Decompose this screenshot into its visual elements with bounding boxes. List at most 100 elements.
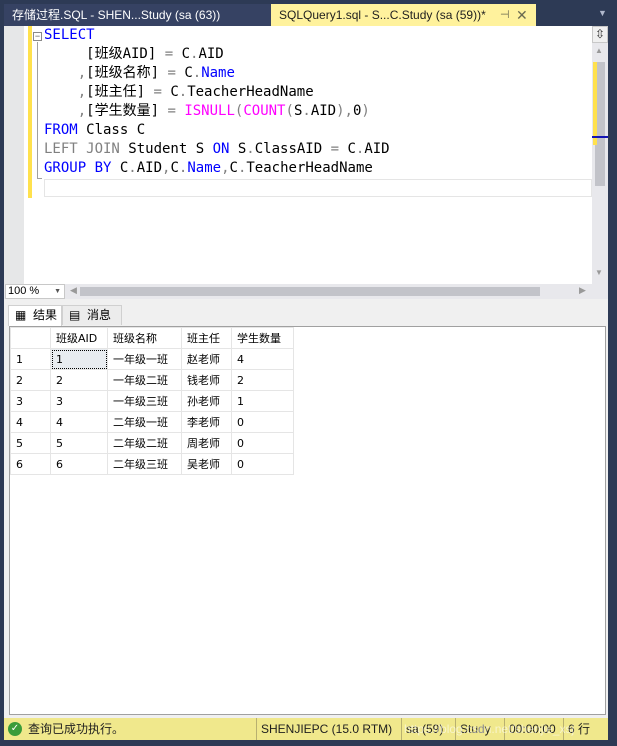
editor-bottom-bar: 100 % ▼ ◀ ▶ <box>4 284 608 299</box>
cell-student-count[interactable]: 1 <box>231 390 294 412</box>
cell-class-name[interactable]: 二年级二班 <box>107 432 182 454</box>
cell-class-aid[interactable]: 5 <box>50 432 108 454</box>
code-line[interactable]: ,[学生数量] = ISNULL(COUNT(S.AID),0) <box>44 102 390 121</box>
code-token: Name <box>201 65 235 81</box>
cell-head-teacher[interactable]: 吴老师 <box>181 453 232 475</box>
pin-icon[interactable]: ⊣ <box>500 4 510 26</box>
code-token: AID <box>198 46 224 62</box>
row-number[interactable]: 3 <box>10 390 51 412</box>
code-token: ISNULL <box>184 103 235 119</box>
fold-guide-end <box>37 178 42 179</box>
cell-head-teacher[interactable]: 钱老师 <box>181 369 232 391</box>
row-number[interactable]: 2 <box>10 369 51 391</box>
tab-overflow-dropdown-icon[interactable]: ▼ <box>598 8 607 18</box>
code-line[interactable]: SELECT <box>44 26 390 45</box>
column-header-class-aid[interactable]: 班级AID <box>50 327 108 349</box>
messages-icon: ▤ <box>69 308 81 322</box>
code-token: AID <box>364 141 390 157</box>
row-number[interactable]: 4 <box>10 411 51 433</box>
horizontal-scrollbar-thumb[interactable] <box>80 287 540 296</box>
row-number[interactable]: 1 <box>10 348 51 370</box>
code-token: C <box>161 84 179 100</box>
code-token: . <box>246 141 255 157</box>
code-token: Class C <box>77 122 146 138</box>
code-token: = <box>164 46 174 62</box>
collapse-icon[interactable]: − <box>33 32 42 41</box>
table-row[interactable]: 4 4 二年级一班 李老师 0 <box>10 411 294 433</box>
code-line[interactable]: GROUP BY C.AID,C.Name,C.TeacherHeadName <box>44 159 390 178</box>
cell-head-teacher[interactable]: 周老师 <box>181 432 232 454</box>
column-header-head-teacher[interactable]: 班主任 <box>181 327 232 349</box>
code-line[interactable]: ,[班主任] = C.TeacherHeadName <box>44 83 390 102</box>
code-token: . <box>302 103 311 119</box>
cell-head-teacher[interactable]: 赵老师 <box>181 348 232 370</box>
cell-student-count[interactable]: 2 <box>231 369 294 391</box>
column-header-class-name[interactable]: 班级名称 <box>107 327 182 349</box>
table-row[interactable]: 2 2 一年级二班 钱老师 2 <box>10 369 294 391</box>
code-token: . <box>192 65 202 81</box>
cell-class-aid[interactable]: 4 <box>50 411 108 433</box>
table-row[interactable]: 1 1 一年级一班 赵老师 4 <box>10 348 294 370</box>
table-row[interactable]: 3 3 一年级三班 孙老师 1 <box>10 390 294 412</box>
code-line[interactable]: ,[班级名称] = C.Name <box>44 64 390 83</box>
code-token: [班级AID] <box>44 46 165 62</box>
code-line[interactable]: [班级AID] = C.AID <box>44 45 390 64</box>
split-window-icon[interactable]: ⇳ <box>592 26 608 43</box>
document-tab-strip: 存储过程.SQL - SHEN...Study (sa (63)) SQLQue… <box>0 0 617 26</box>
column-header-student-count[interactable]: 学生数量 <box>231 327 294 349</box>
code-line[interactable]: FROM Class C <box>44 121 390 140</box>
cell-head-teacher[interactable]: 李老师 <box>181 411 232 433</box>
code-token: , <box>77 65 87 81</box>
scroll-down-icon[interactable]: ▼ <box>595 268 603 277</box>
grid-icon: ▦ <box>15 308 27 322</box>
code-token: ), <box>336 103 353 119</box>
cell-class-name[interactable]: 一年级一班 <box>107 348 182 370</box>
code-token: LEFT JOIN <box>44 141 120 157</box>
sql-code[interactable]: SELECT [班级AID] = C.AID ,[班级名称] = C.Name … <box>44 26 390 178</box>
row-number[interactable]: 5 <box>10 432 51 454</box>
cell-class-name[interactable]: 二年级三班 <box>107 453 182 475</box>
tab-sqlquery1[interactable]: SQLQuery1.sql - S...C.Study (sa (59))* ⊣… <box>271 4 536 26</box>
scroll-right-icon[interactable]: ▶ <box>579 285 586 296</box>
caret-position-marker <box>592 136 608 138</box>
code-token: = <box>153 84 162 100</box>
table-row[interactable]: 5 5 二年级二班 周老师 0 <box>10 432 294 454</box>
status-message: 查询已成功执行。 <box>28 722 125 736</box>
close-icon[interactable]: ✕ <box>516 4 528 26</box>
code-token: ON <box>212 141 230 157</box>
tab-stored-procedure[interactable]: 存储过程.SQL - SHEN...Study (sa (63)) <box>4 4 271 26</box>
cell-class-aid[interactable]: 1 <box>50 348 108 370</box>
cell-class-aid[interactable]: 3 <box>50 390 108 412</box>
cell-class-name[interactable]: 二年级一班 <box>107 411 182 433</box>
scroll-up-icon[interactable]: ▲ <box>595 46 603 55</box>
zoom-level-value: 100 % <box>8 285 40 297</box>
cell-class-aid[interactable]: 2 <box>50 369 108 391</box>
cell-student-count[interactable]: 4 <box>231 348 294 370</box>
column-header-rownum[interactable] <box>10 327 51 349</box>
cell-class-name[interactable]: 一年级三班 <box>107 390 182 412</box>
tab-messages[interactable]: ▤ 消息 <box>62 305 122 325</box>
code-token: COUNT <box>243 103 286 119</box>
scroll-left-icon[interactable]: ◀ <box>70 285 77 296</box>
cell-class-aid[interactable]: 6 <box>50 453 108 475</box>
table-row[interactable]: 6 6 二年级三班 吴老师 0 <box>10 453 294 475</box>
code-token: FROM <box>44 122 78 138</box>
cell-student-count[interactable]: 0 <box>231 453 294 475</box>
cell-student-count[interactable]: 0 <box>231 411 294 433</box>
code-token: . <box>178 84 188 100</box>
zoom-level-select[interactable]: 100 % ▼ <box>5 284 65 299</box>
results-grid[interactable]: 班级AID 班级名称 班主任 学生数量 1 1 一年级一班 赵老师 4 2 2 … <box>9 326 606 715</box>
query-editor[interactable]: − SELECT [班级AID] = C.AID ,[班级名称] = C.Nam… <box>4 26 608 284</box>
code-token: ) <box>361 103 370 119</box>
code-token: C <box>170 160 179 176</box>
tab-label: SQLQuery1.sql - S...C.Study (sa (59))* <box>279 8 486 22</box>
cell-class-name[interactable]: 一年级二班 <box>107 369 182 391</box>
cell-student-count[interactable]: 0 <box>231 432 294 454</box>
tab-results[interactable]: ▦ 结果 <box>8 305 62 326</box>
editor-vertical-scrollbar[interactable]: ▲ ▼ <box>592 26 608 284</box>
cell-head-teacher[interactable]: 孙老师 <box>181 390 232 412</box>
success-check-icon: ✓ <box>8 722 22 736</box>
row-number[interactable]: 6 <box>10 453 51 475</box>
code-line[interactable]: LEFT JOIN Student S ON S.ClassAID = C.AI… <box>44 140 390 159</box>
code-token: [学生数量] <box>86 103 168 119</box>
